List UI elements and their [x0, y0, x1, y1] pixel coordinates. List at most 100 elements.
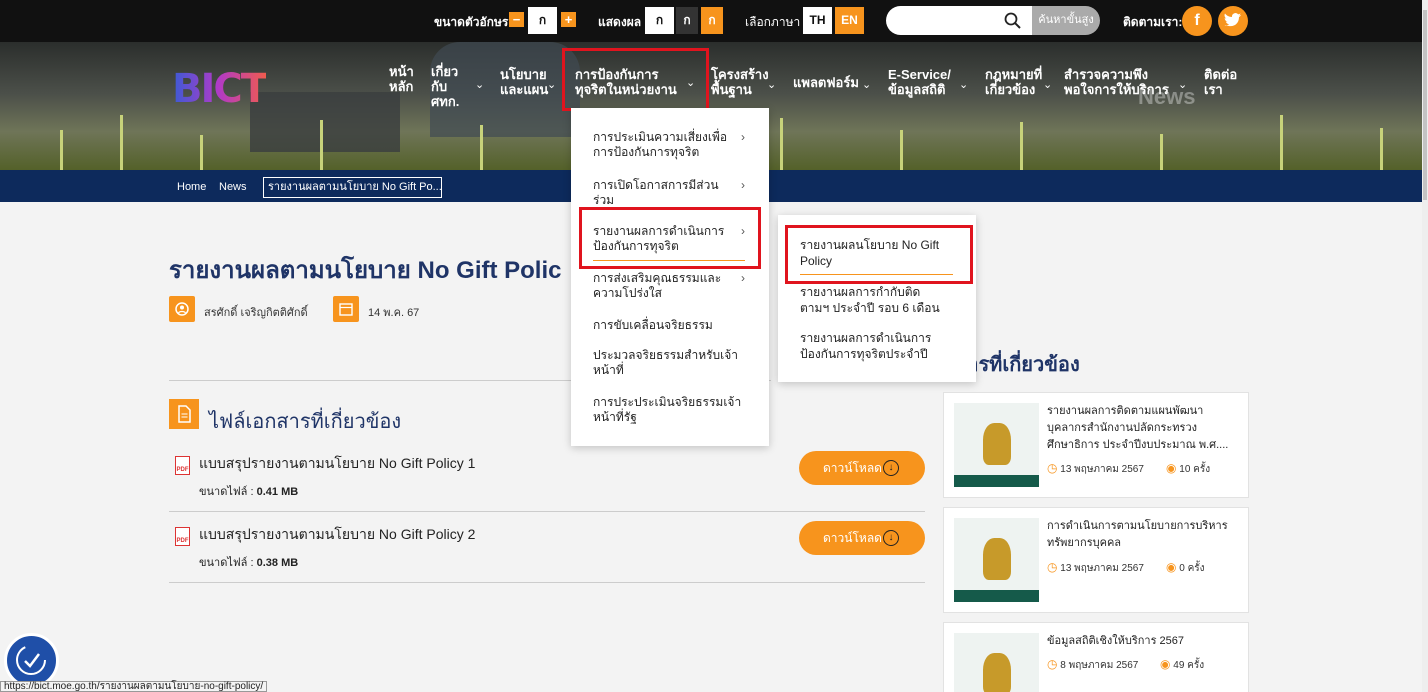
card-thumbnail: [954, 403, 1039, 487]
nav-highlight-box: [562, 48, 709, 111]
related-card[interactable]: รายงานผลการติดตามแผนพัฒนาบุคลากรสำนักงาน…: [943, 392, 1249, 498]
chevron-down-icon: ⌄: [547, 79, 557, 91]
font-size-sample[interactable]: ก: [528, 7, 557, 34]
file-title[interactable]: แบบสรุปรายงานตามนโยบาย No Gift Policy 2: [199, 524, 475, 546]
breadcrumb-current: รายงานผลตามนโยบาย No Gift Po...: [263, 177, 442, 198]
clock-icon: ◷: [1047, 461, 1058, 475]
menu-item-ethics-promotion[interactable]: การส่งเสริมคุณธรรมและ ความโปร่งใส: [593, 271, 743, 301]
clock-icon: ◷: [1047, 657, 1058, 671]
display-mode-label: แสดงผล: [598, 15, 642, 29]
status-bar-url: https://bict.moe.go.th/รายงานผลตามนโยบาย…: [0, 681, 268, 692]
download-icon: ↓: [883, 460, 899, 476]
nav-policy[interactable]: นโยบาย และแผน: [500, 67, 548, 97]
font-increase-button[interactable]: +: [561, 12, 576, 27]
pdf-icon: PDF: [175, 456, 190, 475]
card-date: ◷ 8 พฤษภาคม 2567: [1047, 657, 1139, 671]
file-size: ขนาดไฟล์ : 0.41 MB: [199, 482, 298, 500]
eye-icon: ◉: [1166, 560, 1177, 574]
advanced-search-button[interactable]: ค้นหาขั้นสูง: [1032, 6, 1100, 35]
breadcrumb-news[interactable]: News: [219, 181, 247, 193]
nav-platform[interactable]: แพลตฟอร์ม: [793, 75, 859, 90]
card-date: ◷ 13 พฤษภาคม 2567: [1047, 560, 1144, 574]
accessibility-icon[interactable]: [4, 633, 59, 688]
file-title[interactable]: แบบสรุปรายงานตามนโยบาย No Gift Policy 1: [199, 453, 475, 475]
display-dark-button[interactable]: ก: [676, 7, 698, 34]
menu-item-participation[interactable]: การเปิดโอกาสการมีส่วน ร่วม: [593, 178, 743, 208]
nav-eservice[interactable]: E-Service/ ข้อมูลสถิติ: [888, 67, 951, 97]
site-logo[interactable]: BICT: [172, 66, 268, 112]
file-size-label: ขนาดไฟล์ :: [199, 486, 254, 498]
download-button[interactable]: ดาวน์โหลด ↓: [799, 521, 925, 555]
search-input[interactable]: [886, 6, 1032, 35]
menu-highlight-box: [579, 207, 761, 269]
calendar-icon: [333, 296, 359, 322]
chevron-right-icon: ›: [741, 130, 745, 144]
chevron-right-icon: ›: [741, 271, 745, 285]
nav-contact[interactable]: ติดต่อ เรา: [1204, 67, 1237, 97]
nav-home[interactable]: หน้า หลัก: [389, 64, 414, 94]
font-size-label: ขนาดตัวอักษร: [434, 15, 509, 29]
hero-laptop-graphic: [250, 92, 400, 152]
chevron-down-icon: ⌄: [959, 79, 969, 91]
download-button[interactable]: ดาวน์โหลด ↓: [799, 451, 925, 485]
eye-icon: ◉: [1166, 461, 1177, 475]
divider: [169, 511, 925, 512]
submenu-highlight-box: [785, 225, 973, 284]
card-thumbnail: [954, 633, 1039, 692]
card-thumbnail: [954, 518, 1039, 602]
pdf-icon: PDF: [175, 527, 190, 546]
chevron-down-icon: ⌄: [862, 79, 872, 91]
related-card[interactable]: ข้อมูลสถิติเชิงให้บริการ 2567 ◷ 8 พฤษภาค…: [943, 622, 1249, 692]
card-title[interactable]: ข้อมูลสถิติเชิงให้บริการ 2567: [1047, 633, 1237, 650]
breadcrumb-home[interactable]: Home: [177, 181, 206, 193]
file-size-value: 0.38 MB: [256, 557, 299, 569]
anticorruption-dropdown: การประเมินความเสี่ยงเพื่อ การป้องกันการท…: [571, 108, 769, 446]
publish-date: 14 พ.ค. 67: [368, 307, 420, 319]
chevron-down-icon: ⌄: [1043, 79, 1053, 91]
facebook-icon[interactable]: f: [1182, 6, 1212, 36]
card-views: ◉ 49 ครั้ง: [1160, 657, 1205, 671]
emblem-icon: [983, 423, 1011, 465]
author-name: สรศักดิ์ เจริญกิตติศักดิ์: [204, 307, 308, 319]
language-label: เลือกภาษา: [745, 15, 801, 29]
nav-infrastructure[interactable]: โครงสร้าง พื้นฐาน: [711, 67, 769, 97]
display-contrast-button[interactable]: ก: [701, 7, 723, 34]
user-icon: [169, 296, 195, 322]
scrollbar-thumb[interactable]: [1423, 10, 1427, 200]
menu-item-ethics-evaluation[interactable]: การประประเมินจริยธรรมเจ้า หน้าที่รัฐ: [593, 395, 743, 425]
lang-th-button[interactable]: TH: [803, 7, 832, 34]
card-title[interactable]: รายงานผลการติดตามแผนพัฒนาบุคลากรสำนักงาน…: [1047, 403, 1237, 454]
document-icon: [169, 399, 199, 429]
display-normal-button[interactable]: ก: [645, 7, 674, 34]
clock-icon: ◷: [1047, 560, 1058, 574]
emblem-icon: [983, 538, 1011, 580]
nav-laws[interactable]: กฎหมายที่ เกี่ยวข้อง: [985, 67, 1042, 97]
related-card[interactable]: การดำเนินการตามนโยบายการบริหารทรัพยากรบุ…: [943, 507, 1249, 613]
follow-us-label: ติดตามเรา:: [1123, 15, 1183, 29]
file-size-value: 0.41 MB: [256, 486, 299, 498]
card-date: ◷ 13 พฤษภาคม 2567: [1047, 461, 1144, 475]
menu-item-code-of-ethics[interactable]: ประมวลจริยธรรมสำหรับเจ้า หน้าที่: [593, 348, 743, 378]
download-label: ดาวน์โหลด: [823, 461, 882, 475]
card-views: ◉ 0 ครั้ง: [1166, 560, 1205, 574]
chevron-down-icon: ⌄: [767, 79, 777, 91]
menu-item-ethics-drive[interactable]: การขับเคลื่อนจริยธรรม: [593, 318, 743, 333]
page-title: รายงานผลตามนโยบาย No Gift Polic: [169, 257, 562, 284]
twitter-icon[interactable]: [1218, 6, 1248, 36]
card-views: ◉ 10 ครั้ง: [1166, 461, 1211, 475]
card-title[interactable]: การดำเนินการตามนโยบายการบริหารทรัพยากรบุ…: [1047, 518, 1237, 552]
menu-item-risk-assessment[interactable]: การประเมินความเสี่ยงเพื่อ การป้องกันการท…: [593, 130, 743, 160]
submenu-item-monitoring-report[interactable]: รายงานผลการกำกับติด ตามฯ ประจำปี รอบ 6 เ…: [800, 284, 960, 316]
search-icon[interactable]: [1004, 12, 1021, 29]
nav-survey[interactable]: สำรวจความพึง พอใจการให้บริการ: [1064, 67, 1169, 97]
divider: [169, 582, 925, 583]
files-heading: ไฟล์เอกสารที่เกี่ยวข้อง: [209, 411, 402, 433]
lang-en-button[interactable]: EN: [835, 7, 864, 34]
file-size: ขนาดไฟล์ : 0.38 MB: [199, 553, 298, 571]
eye-icon: ◉: [1160, 657, 1171, 671]
font-decrease-button[interactable]: −: [509, 12, 524, 27]
nav-about[interactable]: เกี่ยว กับ ศทก.: [431, 64, 459, 109]
submenu-item-annual-report[interactable]: รายงานผลการดำเนินการ ป้องกันการทุจริตประ…: [800, 330, 960, 362]
chevron-right-icon: ›: [741, 178, 745, 192]
file-size-label: ขนาดไฟล์ :: [199, 557, 254, 569]
